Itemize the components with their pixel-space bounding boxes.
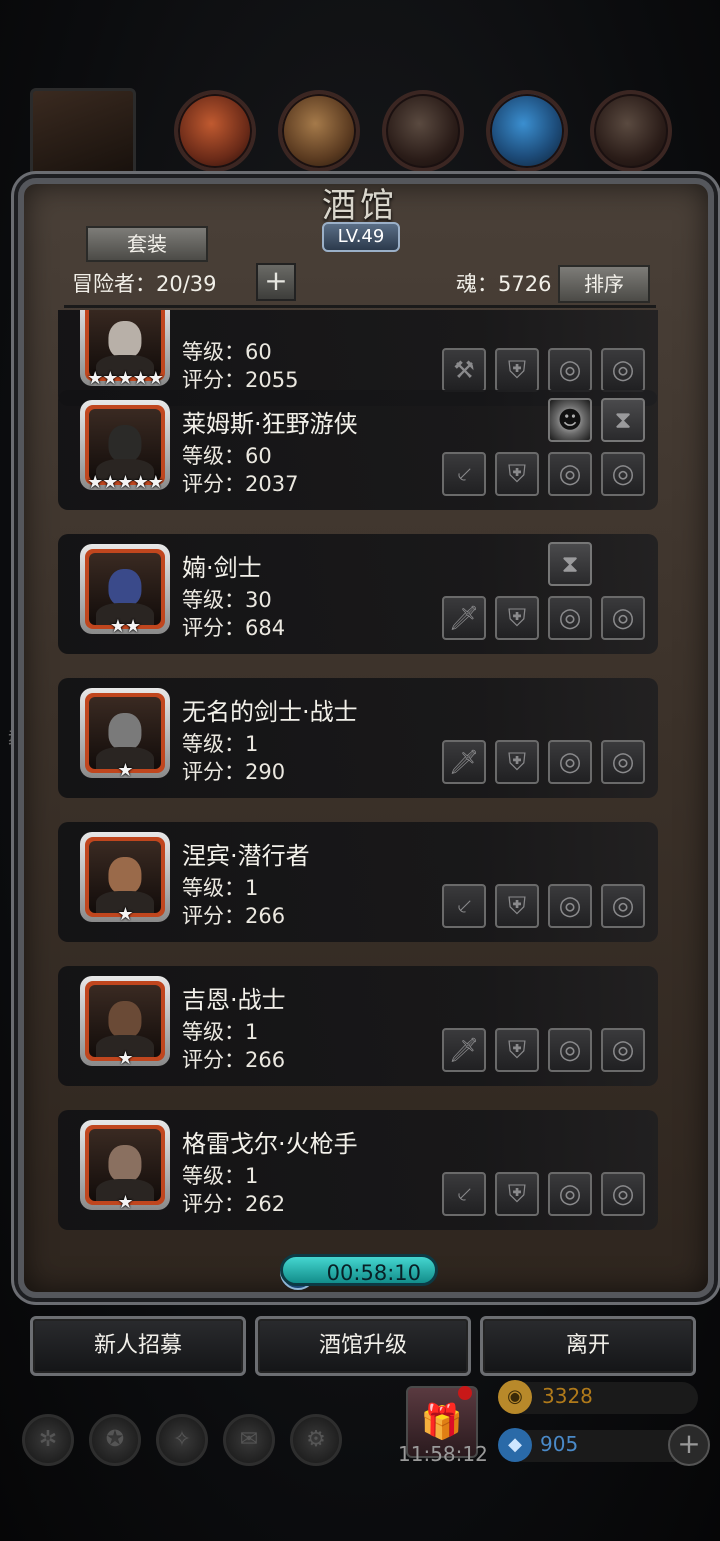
hero-list[interactable]: ★★★★★ 等级：60 评分：2055 ⚒ ⛨ ◎ ◎ ★★★★★ 莱姆斯·狂野游侠 等级：60 评… [58, 310, 658, 1240]
blade-icon[interactable]: ⸔ [442, 452, 486, 496]
gem-amount: 905 [540, 1432, 579, 1456]
header-divider [64, 305, 656, 308]
recruit-button[interactable]: 新人招募 [30, 1316, 246, 1376]
wood-resource-icon [278, 90, 360, 172]
hero-level: 等级：30 [182, 588, 272, 612]
sort-button[interactable]: 排序 [558, 265, 650, 303]
emblem-circle-icon[interactable]: ✪ [89, 1414, 141, 1466]
hero-stars: ★★★★★ [87, 368, 164, 389]
hero-level: 等级：1 [182, 1020, 259, 1044]
hero-stars: ★★★★★ [87, 472, 164, 493]
ring-icon[interactable]: ◎ [548, 740, 592, 784]
armor-icon[interactable]: ⛨ [495, 452, 539, 496]
ring-icon[interactable]: ◎ [548, 1028, 592, 1072]
hero-stars: ★ [117, 1192, 133, 1213]
hero-stars: ★ [117, 904, 133, 925]
add-adventurer-button[interactable]: + [256, 263, 296, 301]
hero-name: 婻·剑士 [182, 554, 262, 582]
hero-score: 评分：266 [182, 904, 286, 928]
mail-circle-icon[interactable]: ✉ [223, 1414, 275, 1466]
ring-icon[interactable]: ◎ [601, 884, 645, 928]
ring-icon[interactable]: ◎ [601, 596, 645, 640]
ring-icon[interactable]: ◎ [601, 348, 645, 392]
ring-icon[interactable]: ◎ [548, 1172, 592, 1216]
hero-stars: ★★ [109, 616, 141, 637]
hero-level: 等级：60 [182, 444, 272, 468]
hero-score: 评分：684 [182, 616, 286, 640]
gem-icon: ◆ [498, 1428, 532, 1462]
ore-resource-icon [174, 90, 256, 172]
armor-icon[interactable]: ⛨ [495, 1172, 539, 1216]
hero-level: 等级：60 [182, 340, 272, 364]
crystal-resource-icon [486, 90, 568, 172]
hero-row[interactable]: ★ 涅宾·潜行者 等级：1 评分：266 ⸔ ⛨ ◎ ◎ [58, 822, 658, 942]
hero-score: 评分：262 [182, 1192, 286, 1216]
armor-icon[interactable]: ⛨ [495, 740, 539, 784]
gold-bar [508, 1382, 698, 1414]
sword-icon[interactable]: 🗡 [442, 1028, 486, 1072]
hero-score: 评分：2037 [182, 472, 299, 496]
panel-title: 酒馆 [322, 186, 398, 226]
ring-icon[interactable]: ◎ [548, 884, 592, 928]
ring-icon[interactable]: ◎ [601, 1172, 645, 1216]
hero-name: 涅宾·潜行者 [182, 842, 310, 870]
hero-stars: ★ [117, 1048, 133, 1069]
hammer-icon[interactable]: ⚒ [442, 348, 486, 392]
hero-portrait-top [30, 88, 136, 190]
ring-icon[interactable]: ◎ [548, 596, 592, 640]
ring-icon[interactable]: ◎ [601, 740, 645, 784]
hourglass-icon[interactable]: ⧗ [601, 398, 645, 442]
hero-level: 等级：1 [182, 732, 259, 756]
ring-icon[interactable]: ◎ [548, 452, 592, 496]
add-resource-button[interactable]: + [668, 1424, 710, 1466]
hero-score: 评分：290 [182, 760, 286, 784]
leave-button[interactable]: 离开 [480, 1316, 696, 1376]
hero-row[interactable]: ★ 吉恩·战士 等级：1 评分：266 🗡 ⛨ ◎ ◎ [58, 966, 658, 1086]
hero-name: 莱姆斯·狂野游侠 [182, 410, 358, 438]
hero-row[interactable]: ★ 无名的剑士·战士 等级：1 评分：290 🗡 ⛨ ◎ ◎ [58, 678, 658, 798]
adventurers-count: 冒险者：20/39 [72, 272, 217, 296]
sword-icon[interactable]: 🗡 [442, 596, 486, 640]
armor-icon[interactable]: ⛨ [495, 596, 539, 640]
tavern-level-badge: LV.49 [322, 222, 400, 252]
ring-icon[interactable]: ◎ [601, 1028, 645, 1072]
hero-level: 等级：1 [182, 1164, 259, 1188]
gold-amount: 3328 [542, 1384, 593, 1408]
hero-name: 无名的剑士·战士 [182, 698, 358, 726]
menu-circle-icon[interactable]: ✲ [22, 1414, 74, 1466]
gold-icon: ◉ [498, 1380, 532, 1414]
mask-icon[interactable]: ☻ [548, 398, 592, 442]
blade-icon[interactable]: ⸔ [442, 1172, 486, 1216]
refresh-timer: 00:58:10 [280, 1254, 438, 1286]
iron-resource-icon [382, 90, 464, 172]
gift-timer: 11:58:12 [398, 1442, 488, 1466]
ring-icon[interactable]: ◎ [601, 452, 645, 496]
hero-row[interactable]: ★★★★★ 莱姆斯·狂野游侠 等级：60 评分：2037 ⸔ ⛨ ◎ ◎ ☻ ⧗ [58, 390, 658, 510]
hero-row[interactable]: ★ 格雷戈尔·火枪手 等级：1 评分：262 ⸔ ⛨ ◎ ◎ [58, 1110, 658, 1230]
quest-circle-icon[interactable]: ✧ [156, 1414, 208, 1466]
hero-name: 格雷戈尔·火枪手 [182, 1130, 358, 1158]
set-button[interactable]: 套装 [86, 226, 208, 262]
armor-icon[interactable]: ⛨ [495, 884, 539, 928]
settings-circle-icon[interactable]: ⚙ [290, 1414, 342, 1466]
notification-dot [458, 1386, 472, 1400]
hourglass-icon[interactable]: ⧗ [548, 542, 592, 586]
hero-stars: ★ [117, 760, 133, 781]
blade-icon[interactable]: ⸔ [442, 884, 486, 928]
armor-icon[interactable]: ⛨ [495, 1028, 539, 1072]
ring-icon[interactable]: ◎ [548, 348, 592, 392]
tavern-upgrade-button[interactable]: 酒馆升级 [255, 1316, 471, 1376]
soul-count: 魂：5726 [456, 272, 552, 296]
stone-resource-icon [590, 90, 672, 172]
hero-score: 评分：266 [182, 1048, 286, 1072]
hero-name: 吉恩·战士 [182, 986, 286, 1014]
armor-icon[interactable]: ⛨ [495, 348, 539, 392]
hero-row[interactable]: ★★ 婻·剑士 等级：30 评分：684 🗡 ⛨ ◎ ◎ ⧗ [58, 534, 658, 654]
sword-icon[interactable]: 🗡 [442, 740, 486, 784]
hero-level: 等级：1 [182, 876, 259, 900]
